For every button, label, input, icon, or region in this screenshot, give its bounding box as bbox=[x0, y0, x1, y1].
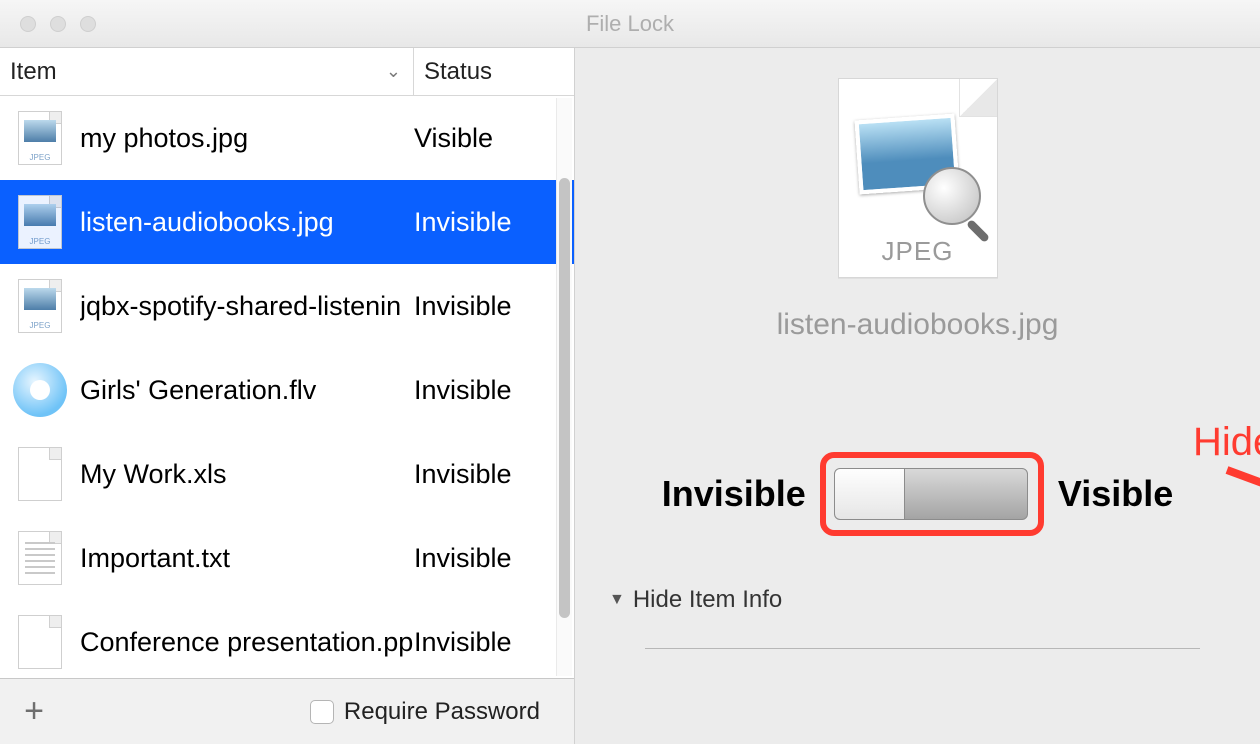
file-list: my photos.jpgVisiblelisten-audiobooks.jp… bbox=[0, 96, 574, 678]
file-type-icon bbox=[0, 447, 80, 501]
titlebar: File Lock bbox=[0, 0, 1260, 48]
file-status: Visible bbox=[414, 123, 574, 154]
content-area: Item ⌄ Status my photos.jpgVisiblelisten… bbox=[0, 48, 1260, 744]
column-header-item[interactable]: Item ⌄ bbox=[0, 48, 414, 95]
file-name: Girls' Generation.flv bbox=[80, 375, 414, 406]
require-password-option[interactable]: Require Password bbox=[310, 698, 540, 726]
file-type-icon bbox=[0, 615, 80, 669]
file-name: jqbx-spotify-shared-listenin bbox=[80, 291, 414, 322]
window-title: File Lock bbox=[0, 11, 1260, 37]
file-status: Invisible bbox=[414, 627, 574, 658]
visibility-toggle-row: Invisible Visible bbox=[575, 452, 1260, 536]
detail-pane: JPEG listen-audiobooks.jpg Hide Invisibl… bbox=[575, 48, 1260, 744]
file-row[interactable]: jqbx-spotify-shared-listeninInvisible bbox=[0, 264, 574, 348]
hide-item-info-label: Hide Item Info bbox=[633, 586, 782, 614]
file-status: Invisible bbox=[414, 543, 574, 574]
hide-item-info-toggle[interactable]: ▼ Hide Item Info bbox=[609, 586, 1260, 614]
file-status: Invisible bbox=[414, 207, 574, 238]
invisible-label: Invisible bbox=[662, 473, 806, 515]
file-preview-icon: JPEG bbox=[838, 78, 998, 278]
file-type-icon bbox=[0, 531, 80, 585]
require-password-checkbox[interactable] bbox=[310, 700, 334, 724]
list-header: Item ⌄ Status bbox=[0, 48, 574, 96]
visibility-toggle[interactable] bbox=[834, 468, 1028, 520]
file-type-icon bbox=[0, 195, 80, 249]
scrollbar-thumb[interactable] bbox=[559, 178, 570, 618]
visible-label: Visible bbox=[1058, 473, 1173, 515]
file-name: Important.txt bbox=[80, 543, 414, 574]
selected-filename: listen-audiobooks.jpg bbox=[575, 308, 1260, 342]
app-window: File Lock Item ⌄ Status my photos.jpgVis… bbox=[0, 0, 1260, 744]
file-row[interactable]: Girls' Generation.flvInvisible bbox=[0, 348, 574, 432]
scrollbar-track[interactable] bbox=[556, 98, 572, 676]
file-name: My Work.xls bbox=[80, 459, 414, 490]
minimize-window-button[interactable] bbox=[50, 16, 66, 32]
disclosure-triangle-icon: ▼ bbox=[609, 591, 625, 609]
file-row[interactable]: my photos.jpgVisible bbox=[0, 96, 574, 180]
file-type-icon bbox=[0, 279, 80, 333]
column-header-status[interactable]: Status bbox=[414, 48, 574, 95]
column-header-item-label: Item bbox=[10, 58, 57, 86]
detail-divider bbox=[645, 648, 1200, 649]
chevron-down-icon: ⌄ bbox=[386, 61, 401, 82]
file-row[interactable]: Important.txtInvisible bbox=[0, 516, 574, 600]
file-type-icon bbox=[0, 363, 80, 417]
file-row[interactable]: Conference presentation.ppInvisible bbox=[0, 600, 574, 678]
zoom-window-button[interactable] bbox=[80, 16, 96, 32]
file-type-icon bbox=[0, 111, 80, 165]
add-button[interactable]: + bbox=[14, 692, 54, 732]
file-status: Invisible bbox=[414, 375, 574, 406]
file-name: my photos.jpg bbox=[80, 123, 414, 154]
file-status: Invisible bbox=[414, 459, 574, 490]
file-row[interactable]: My Work.xlsInvisible bbox=[0, 432, 574, 516]
toggle-knob[interactable] bbox=[835, 469, 905, 519]
annotation-highlight-box bbox=[820, 452, 1044, 536]
file-list-pane: Item ⌄ Status my photos.jpgVisiblelisten… bbox=[0, 48, 575, 744]
file-row[interactable]: listen-audiobooks.jpgInvisible bbox=[0, 180, 574, 264]
window-controls bbox=[0, 16, 96, 32]
list-footer: + Require Password bbox=[0, 678, 574, 744]
require-password-label: Require Password bbox=[344, 698, 540, 726]
file-name: listen-audiobooks.jpg bbox=[80, 207, 414, 238]
file-type-label: JPEG bbox=[839, 236, 997, 267]
column-header-status-label: Status bbox=[424, 58, 492, 86]
close-window-button[interactable] bbox=[20, 16, 36, 32]
file-status: Invisible bbox=[414, 291, 574, 322]
file-name: Conference presentation.pp bbox=[80, 627, 414, 658]
